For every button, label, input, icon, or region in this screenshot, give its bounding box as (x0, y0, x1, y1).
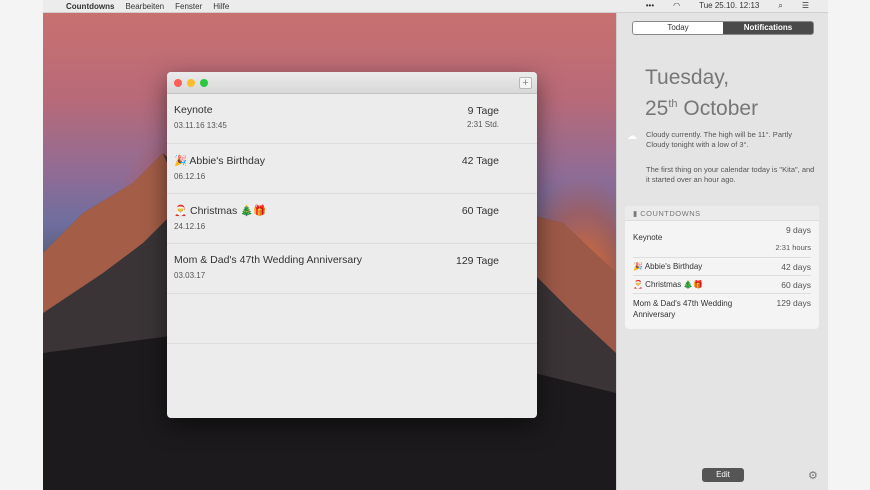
widget-row[interactable]: 🎉 Abbie's Birthday 42 days (633, 258, 811, 276)
row-value: 42 Tage (461, 155, 499, 167)
row-date: 06.12.16 (174, 172, 206, 181)
clock[interactable]: Tue 25.10. 12:13 (699, 1, 759, 11)
notification-center: Today Notifications Tuesday, 25th October … (616, 13, 828, 490)
menu-bearbeiten[interactable]: Bearbeiten (125, 2, 164, 11)
nc-tabs: Today Notifications (632, 21, 814, 35)
cloud-icon: ☁ (627, 131, 637, 142)
row-date: 03.03.17 (174, 271, 206, 280)
add-button[interactable]: + (519, 77, 532, 89)
zoom-button[interactable] (200, 79, 208, 87)
row-value: 129 Tage (455, 255, 499, 267)
countdown-row[interactable]: 🎅 Christmas 🎄🎁 24.12.16 60 Tage (167, 194, 537, 244)
close-button[interactable] (174, 79, 182, 87)
widget-row[interactable]: Mom & Dad's 47th Wedding Anniversary 129 … (633, 294, 811, 324)
edit-button[interactable]: Edit (702, 468, 744, 482)
tab-today[interactable]: Today (633, 22, 723, 34)
row-value: 60 Tage (461, 205, 499, 217)
row-value: 9 Tage (467, 105, 499, 117)
minimize-button[interactable] (187, 79, 195, 87)
title-bar[interactable]: + (167, 72, 537, 94)
countdowns-widget: ▮ COUNTDOWNS Keynote 9 days 2:31 hours 🎉 A… (625, 206, 819, 329)
countdowns-window: + Keynote 03.11.16 13:45 9 Tage 2:31 Std. 🎉… (167, 72, 537, 418)
countdown-row[interactable]: Keynote 03.11.16 13:45 9 Tage 2:31 Std. (167, 94, 537, 144)
weather-summary: Cloudy currently. The high will be 11°. … (646, 130, 792, 149)
row-sub: 2:31 Std. (466, 120, 499, 129)
calendar-summary: The first thing on your calendar today i… (646, 165, 815, 184)
row-date: 24.12.16 (174, 222, 206, 231)
more-icon[interactable]: ••• (646, 1, 654, 11)
menu-bar: Countdowns Bearbeiten Fenster Hilfe ••• ◠… (43, 0, 828, 13)
countdown-row[interactable]: 🎉 Abbie's Birthday 06.12.16 42 Tage (167, 144, 537, 194)
gear-icon[interactable]: ⚙ (808, 469, 818, 482)
wifi-icon[interactable]: ◠ (673, 1, 680, 11)
menu-app[interactable]: Countdowns (66, 2, 114, 11)
date-heading: Tuesday, 25th October (645, 66, 759, 120)
menu-hilfe[interactable]: Hilfe (213, 2, 229, 11)
empty-row (167, 294, 537, 344)
widget-row[interactable]: 🎅 Christmas 🎄🎁 60 days (633, 276, 811, 294)
widget-title: COUNTDOWNS (640, 209, 701, 218)
widget-row[interactable]: Keynote 9 days 2:31 hours (633, 221, 811, 258)
menu-fenster[interactable]: Fenster (175, 2, 202, 11)
notification-center-icon[interactable]: ☰ (802, 1, 809, 11)
tab-notifications[interactable]: Notifications (723, 22, 813, 34)
search-icon[interactable]: ⌕ (778, 1, 782, 11)
countdown-row[interactable]: Mom & Dad's 47th Wedding Anniversary 03.0… (167, 244, 537, 294)
